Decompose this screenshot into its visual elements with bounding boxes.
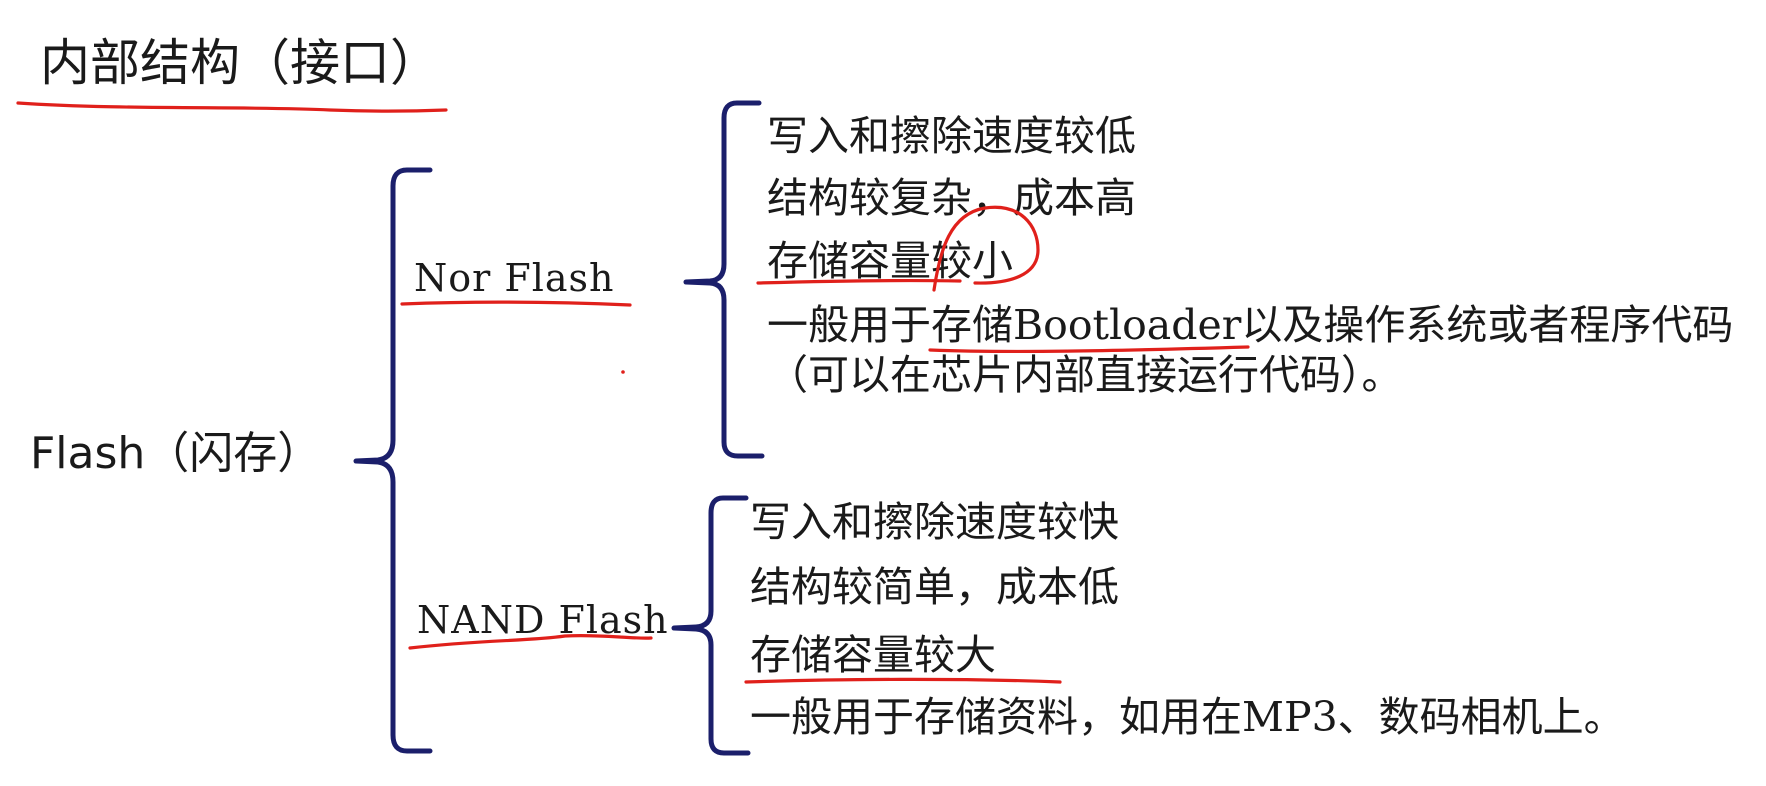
nor-usage-prefix: 一般用于存储	[767, 301, 1013, 349]
branch-label-nand-flash: NAND Flash	[417, 598, 669, 642]
nor-item-speed: 写入和擦除速度较低	[767, 112, 1136, 160]
nor-usage-term: Bootloader	[1013, 301, 1242, 349]
nand-item-cost: 结构较简单，成本低	[750, 563, 1119, 611]
nand-item-speed: 写入和擦除速度较快	[750, 498, 1119, 546]
brace-nand	[671, 495, 751, 756]
nor-usage-suffix: 以及操作系统或者程序代码	[1241, 301, 1734, 349]
nor-item-usage-line2: （可以在芯片内部直接运行代码）。	[767, 351, 1403, 399]
nor-item-capacity: 存储容量较小	[767, 237, 1013, 285]
brace-nor	[683, 100, 765, 459]
nand-item-usage: 一般用于存储资料，如用在MP3、数码相机上。	[750, 689, 1625, 745]
red-dot-mark	[621, 370, 625, 374]
nand-item-capacity: 存储容量较大	[750, 631, 996, 679]
root-label: Flash（闪存）	[30, 428, 322, 479]
branch-label-nor-flash: Nor Flash	[414, 256, 615, 300]
page-title: 内部结构（接口）	[40, 34, 440, 92]
nor-item-cost: 结构较复杂，成本高	[767, 174, 1136, 222]
nand-usage-term: MP3	[1242, 693, 1338, 741]
root-node-flash: Flash（闪存）	[30, 424, 321, 484]
nand-usage-prefix: 一般用于存储资料，如用在	[750, 693, 1242, 741]
nor-item-usage: 一般用于存储Bootloader以及操作系统或者程序代码	[767, 297, 1733, 353]
title-underline	[16, 101, 448, 113]
nand-usage-suffix: 、数码相机上。	[1337, 693, 1625, 741]
